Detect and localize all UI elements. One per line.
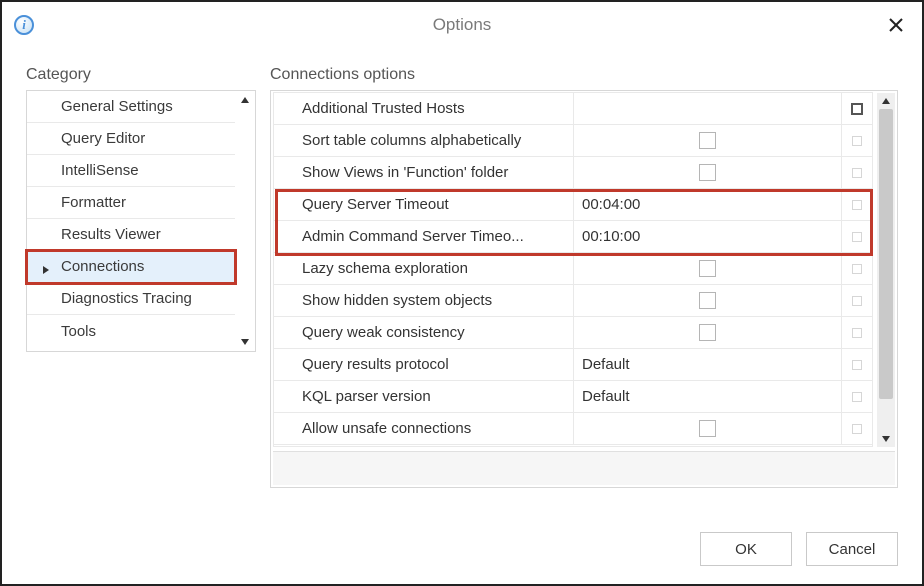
- titlebar: i Options: [2, 2, 922, 48]
- reset-indicator-icon: [852, 360, 862, 370]
- category-item-intellisense[interactable]: IntelliSense: [27, 155, 235, 187]
- reset-indicator-icon: [852, 264, 862, 274]
- property-row[interactable]: Additional Trusted Hosts: [274, 93, 872, 125]
- property-name: Query weak consistency: [274, 317, 574, 348]
- category-item-label: General Settings: [61, 98, 173, 115]
- property-value[interactable]: [574, 125, 842, 156]
- property-name: Sort table columns alphabetically: [274, 125, 574, 156]
- property-name: Lazy schema exploration: [274, 253, 574, 284]
- close-icon: [888, 17, 904, 33]
- property-value[interactable]: Default: [574, 381, 842, 412]
- property-control[interactable]: [842, 189, 872, 220]
- property-value[interactable]: [574, 285, 842, 316]
- property-description-area: [273, 451, 895, 485]
- reset-indicator-icon: [852, 168, 862, 178]
- property-control[interactable]: [842, 349, 872, 380]
- category-item-tools[interactable]: Tools: [27, 315, 235, 347]
- property-name: KQL parser version: [274, 381, 574, 412]
- property-row[interactable]: Query weak consistency: [274, 317, 872, 349]
- property-row[interactable]: Admin Command Server Timeo...00:10:00: [274, 221, 872, 253]
- category-item-results-viewer[interactable]: Results Viewer: [27, 219, 235, 251]
- property-row[interactable]: Sort table columns alphabetically: [274, 125, 872, 157]
- property-row[interactable]: KQL parser versionDefault: [274, 381, 872, 413]
- ok-button[interactable]: OK: [700, 532, 792, 566]
- category-item-formatter[interactable]: Formatter: [27, 187, 235, 219]
- property-value[interactable]: 00:04:00: [574, 189, 842, 220]
- property-name: Allow unsafe connections: [274, 413, 574, 444]
- category-item-label: IntelliSense: [61, 162, 139, 179]
- reset-indicator-icon: [852, 136, 862, 146]
- options-label: Connections options: [270, 66, 898, 84]
- category-item-label: Connections: [61, 258, 144, 275]
- property-control[interactable]: [842, 253, 872, 284]
- property-control[interactable]: [842, 93, 872, 124]
- property-control[interactable]: [842, 381, 872, 412]
- options-scrollbar[interactable]: [877, 93, 895, 447]
- reset-indicator-icon: [852, 232, 862, 242]
- property-control[interactable]: [842, 157, 872, 188]
- checkbox[interactable]: [699, 260, 716, 277]
- property-value[interactable]: Default: [574, 349, 842, 380]
- property-value[interactable]: [574, 157, 842, 188]
- property-control[interactable]: [842, 317, 872, 348]
- scroll-down-icon[interactable]: [237, 334, 253, 350]
- property-value[interactable]: [574, 93, 842, 124]
- checkbox[interactable]: [699, 132, 716, 149]
- category-item-label: Diagnostics Tracing: [61, 290, 192, 307]
- checkbox[interactable]: [699, 324, 716, 341]
- reset-indicator-icon: [852, 296, 862, 306]
- scrollbar-thumb[interactable]: [879, 109, 893, 399]
- checkbox[interactable]: [699, 164, 716, 181]
- property-value[interactable]: [574, 253, 842, 284]
- info-icon: i: [14, 15, 34, 35]
- property-row[interactable]: Lazy schema exploration: [274, 253, 872, 285]
- property-name: Query Server Timeout: [274, 189, 574, 220]
- close-button[interactable]: [882, 11, 910, 39]
- property-grid: Additional Trusted HostsSort table colum…: [273, 92, 873, 447]
- ellipsis-button-icon[interactable]: [851, 103, 863, 115]
- property-name: Show hidden system objects: [274, 285, 574, 316]
- category-item-label: Formatter: [61, 194, 126, 211]
- checkbox[interactable]: [699, 292, 716, 309]
- category-label: Category: [26, 66, 256, 84]
- category-item-diagnostics-tracing[interactable]: Diagnostics Tracing: [27, 283, 235, 315]
- checkbox[interactable]: [699, 420, 716, 437]
- reset-indicator-icon: [852, 424, 862, 434]
- reset-indicator-icon: [852, 328, 862, 338]
- scroll-down-icon[interactable]: [877, 431, 895, 447]
- dialog-title: Options: [2, 15, 922, 35]
- reset-indicator-icon: [852, 392, 862, 402]
- property-name: Additional Trusted Hosts: [274, 93, 574, 124]
- dialog-footer: OK Cancel: [700, 532, 898, 566]
- property-value[interactable]: 00:10:00: [574, 221, 842, 252]
- property-row[interactable]: Query results protocolDefault: [274, 349, 872, 381]
- property-control[interactable]: [842, 125, 872, 156]
- scroll-up-icon[interactable]: [877, 93, 895, 109]
- category-item-connections[interactable]: Connections: [27, 251, 235, 283]
- property-value[interactable]: [574, 413, 842, 444]
- property-row[interactable]: Query Server Timeout00:04:00: [274, 189, 872, 221]
- property-row[interactable]: Show hidden system objects: [274, 285, 872, 317]
- category-item-general-settings[interactable]: General Settings: [27, 91, 235, 123]
- category-item-query-editor[interactable]: Query Editor: [27, 123, 235, 155]
- options-panel: Additional Trusted HostsSort table colum…: [270, 90, 898, 488]
- category-item-label: Results Viewer: [61, 226, 161, 243]
- scroll-up-icon[interactable]: [237, 92, 253, 108]
- property-control[interactable]: [842, 413, 872, 444]
- cancel-button[interactable]: Cancel: [806, 532, 898, 566]
- category-item-label: Tools: [61, 323, 96, 340]
- property-name: Query results protocol: [274, 349, 574, 380]
- selection-marker-icon: [41, 262, 51, 272]
- property-value[interactable]: [574, 317, 842, 348]
- property-control[interactable]: [842, 285, 872, 316]
- property-row[interactable]: Allow unsafe connections: [274, 413, 872, 445]
- property-name: Show Views in 'Function' folder: [274, 157, 574, 188]
- category-list-box: General Settings Query Editor IntelliSense…: [26, 90, 256, 352]
- property-row[interactable]: Show Views in 'Function' folder: [274, 157, 872, 189]
- category-scrollbar[interactable]: [237, 92, 253, 350]
- reset-indicator-icon: [852, 200, 862, 210]
- property-name: Admin Command Server Timeo...: [274, 221, 574, 252]
- property-control[interactable]: [842, 221, 872, 252]
- category-item-label: Query Editor: [61, 130, 145, 147]
